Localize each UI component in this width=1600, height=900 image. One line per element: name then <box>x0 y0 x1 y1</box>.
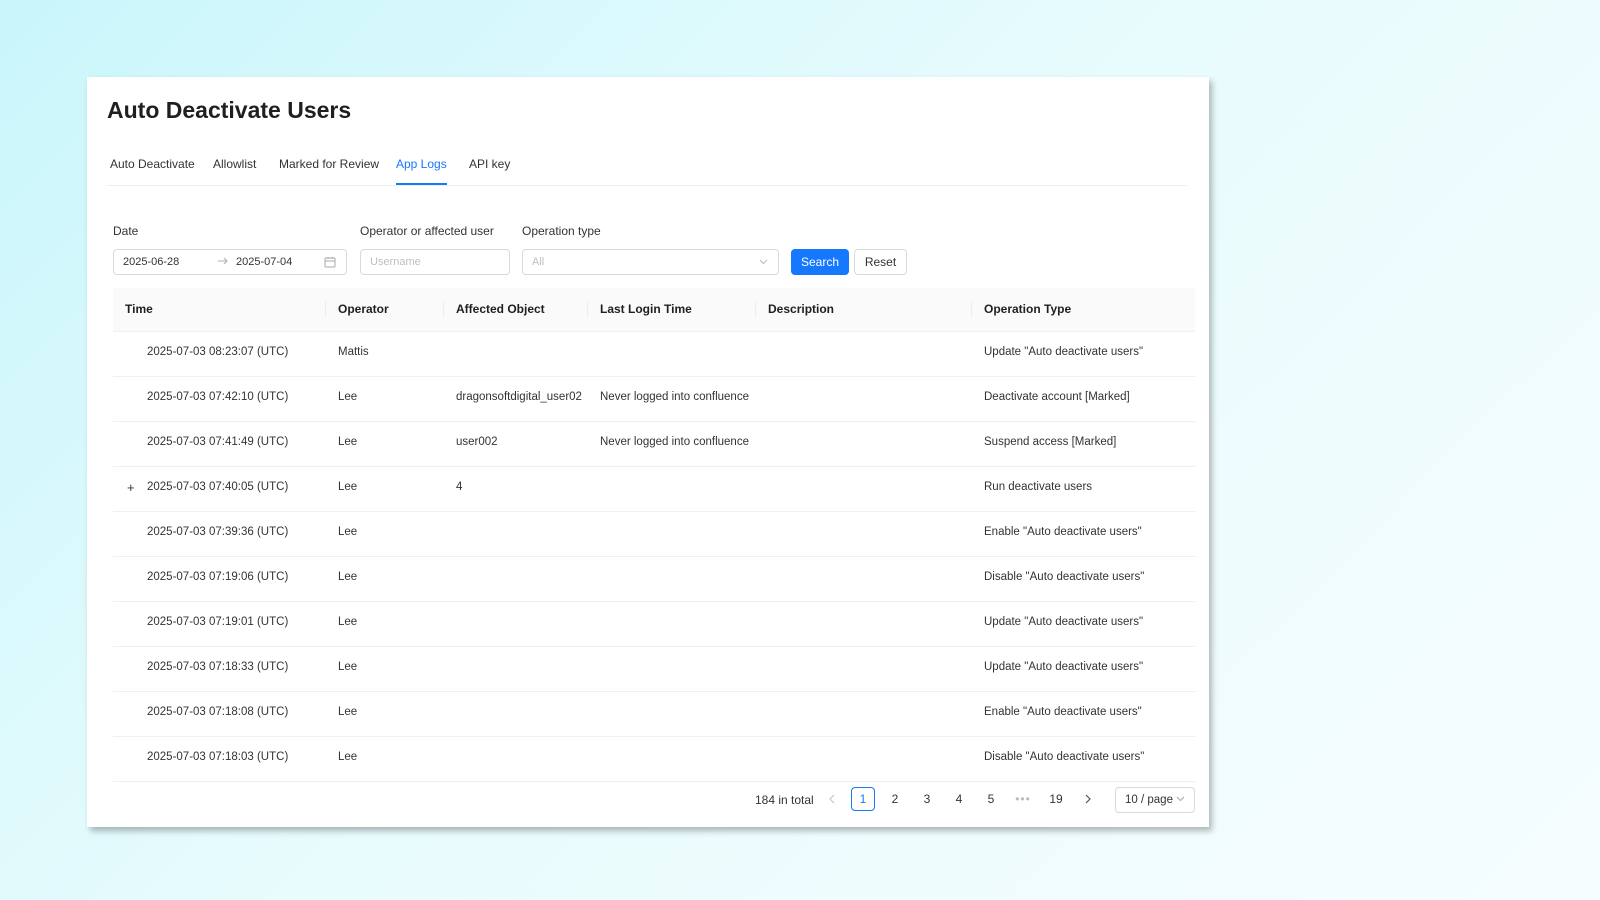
page-button-2[interactable]: 2 <box>883 787 907 811</box>
cell-operation-type: Disable "Auto deactivate users" <box>984 571 1145 583</box>
chevron-down-icon <box>1175 793 1186 804</box>
page-size-select[interactable]: 10 / page <box>1115 787 1195 813</box>
tab-auto-deactivate[interactable]: Auto Deactivate <box>110 157 195 183</box>
table-row: 2025-07-03 07:19:01 (UTC) Lee Update "Au… <box>113 602 1195 647</box>
page-button-1[interactable]: 1 <box>851 787 875 811</box>
date-start[interactable]: 2025-06-28 <box>123 256 179 268</box>
cell-operation-type: Enable "Auto deactivate users" <box>984 526 1142 538</box>
column-header-affected-object: Affected Object <box>456 302 545 316</box>
table-row: 2025-07-03 07:39:36 (UTC) Lee Enable "Au… <box>113 512 1195 557</box>
cell-last-login-time: Never logged into confluence <box>600 436 749 448</box>
table-row: + 2025-07-03 07:40:05 (UTC) Lee 4 Run de… <box>113 467 1195 512</box>
table-row: 2025-07-03 07:18:08 (UTC) Lee Enable "Au… <box>113 692 1195 737</box>
page-button-4[interactable]: 4 <box>947 787 971 811</box>
column-divider <box>443 301 444 317</box>
calendar-icon[interactable] <box>324 256 336 268</box>
column-divider <box>971 301 972 317</box>
cell-affected-object: user002 <box>456 436 498 448</box>
cell-operation-type: Suspend access [Marked] <box>984 436 1117 448</box>
tab-api-key[interactable]: API key <box>469 157 510 183</box>
cell-time: 2025-07-03 08:23:07 (UTC) <box>147 346 289 358</box>
cell-time: 2025-07-03 07:39:36 (UTC) <box>147 526 289 538</box>
cell-operation-type: Update "Auto deactivate users" <box>984 661 1144 673</box>
pagination: 184 in total 1 2 3 4 5 ••• 19 10 / page <box>87 787 1209 813</box>
table-row: 2025-07-03 07:19:06 (UTC) Lee Disable "A… <box>113 557 1195 602</box>
date-end[interactable]: 2025-07-04 <box>236 256 292 268</box>
operation-type-select[interactable]: All <box>522 249 779 275</box>
page-ellipsis[interactable]: ••• <box>1011 787 1035 811</box>
cell-operation-type: Deactivate account [Marked] <box>984 391 1130 403</box>
column-header-time: Time <box>125 302 153 316</box>
cell-operator: Lee <box>338 751 358 763</box>
page-button-5[interactable]: 5 <box>979 787 1003 811</box>
username-search-input[interactable] <box>360 249 510 275</box>
chevron-right-icon[interactable] <box>1076 787 1100 811</box>
user-filter-label: Operator or affected user <box>360 224 494 238</box>
search-button[interactable]: Search <box>791 249 849 275</box>
cell-time: 2025-07-03 07:41:49 (UTC) <box>147 436 289 448</box>
cell-operation-type: Enable "Auto deactivate users" <box>984 706 1142 718</box>
date-range-picker[interactable]: 2025-06-28 2025-07-04 <box>113 249 347 275</box>
table-row: 2025-07-03 07:18:03 (UTC) Lee Disable "A… <box>113 737 1195 782</box>
arrow-right-icon <box>217 255 229 267</box>
page-button-3[interactable]: 3 <box>915 787 939 811</box>
date-label: Date <box>113 224 139 238</box>
table-header: Time Operator Affected Object Last Login… <box>113 288 1195 332</box>
cell-operator: Lee <box>338 436 358 448</box>
column-divider <box>325 301 326 317</box>
table-row: 2025-07-03 08:23:07 (UTC) Mattis Update … <box>113 332 1195 377</box>
cell-time: 2025-07-03 07:18:08 (UTC) <box>147 706 289 718</box>
tab-bar: Auto Deactivate Allowlist Marked for Rev… <box>107 151 1187 186</box>
cell-time: 2025-07-03 07:19:01 (UTC) <box>147 616 289 628</box>
column-divider <box>755 301 756 317</box>
table-row: 2025-07-03 07:42:10 (UTC) Lee dragonsoft… <box>113 377 1195 422</box>
table-row: 2025-07-03 07:41:49 (UTC) Lee user002 Ne… <box>113 422 1195 467</box>
cell-operator: Lee <box>338 616 358 628</box>
cell-time: 2025-07-03 07:18:33 (UTC) <box>147 661 289 673</box>
cell-time: 2025-07-03 07:19:06 (UTC) <box>147 571 289 583</box>
chevron-down-icon <box>758 256 769 267</box>
expand-row-icon[interactable]: + <box>127 480 135 495</box>
reset-button[interactable]: Reset <box>854 249 907 275</box>
logs-table: Time Operator Affected Object Last Login… <box>113 288 1195 782</box>
cell-operator: Lee <box>338 706 358 718</box>
app-panel: Auto Deactivate Users Auto Deactivate Al… <box>87 77 1209 827</box>
cell-affected-object: dragonsoftdigital_user02 <box>456 391 582 403</box>
table-row: 2025-07-03 07:18:33 (UTC) Lee Update "Au… <box>113 647 1195 692</box>
cell-operator: Lee <box>338 391 358 403</box>
column-header-operator: Operator <box>338 302 389 316</box>
column-divider <box>587 301 588 317</box>
operation-type-label: Operation type <box>522 224 601 238</box>
page-size-value: 10 / page <box>1125 794 1173 806</box>
column-header-description: Description <box>768 302 835 316</box>
chevron-left-icon[interactable] <box>820 787 844 811</box>
cell-last-login-time: Never logged into confluence <box>600 391 749 403</box>
page-title: Auto Deactivate Users <box>107 97 352 123</box>
column-header-last-login-time: Last Login Time <box>600 302 692 316</box>
cell-operator: Mattis <box>338 346 369 358</box>
cell-time: 2025-07-03 07:42:10 (UTC) <box>147 391 289 403</box>
cell-operator: Lee <box>338 571 358 583</box>
cell-operator: Lee <box>338 661 358 673</box>
cell-operation-type: Update "Auto deactivate users" <box>984 346 1144 358</box>
operation-type-value: All <box>532 256 545 268</box>
total-count: 184 in total <box>755 793 814 807</box>
cell-operator: Lee <box>338 526 358 538</box>
page-button-last[interactable]: 19 <box>1044 787 1068 811</box>
tab-marked-for-review[interactable]: Marked for Review <box>279 157 379 183</box>
cell-operation-type: Disable "Auto deactivate users" <box>984 751 1145 763</box>
tab-allowlist[interactable]: Allowlist <box>213 157 256 183</box>
cell-operation-type: Run deactivate users <box>984 481 1093 493</box>
tab-app-logs[interactable]: App Logs <box>396 157 447 185</box>
cell-operation-type: Update "Auto deactivate users" <box>984 616 1144 628</box>
cell-operator: Lee <box>338 481 358 493</box>
column-header-operation-type: Operation Type <box>984 302 1072 316</box>
cell-affected-object: 4 <box>456 481 463 493</box>
cell-time: 2025-07-03 07:18:03 (UTC) <box>147 751 289 763</box>
cell-time: 2025-07-03 07:40:05 (UTC) <box>147 481 289 493</box>
